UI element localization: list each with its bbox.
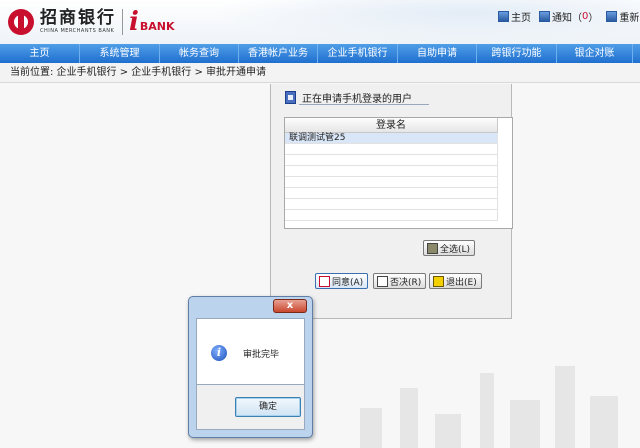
nav-item-account-query[interactable]: 帐务查询 — [160, 44, 239, 63]
nav-item-cross-bank[interactable]: 跨银行功能 — [477, 44, 557, 63]
table-row-empty — [285, 144, 498, 155]
nav-item-hk-account[interactable]: 香港帐户业务 — [239, 44, 318, 63]
table-row-empty — [285, 166, 498, 177]
notify-paren-close: ） — [588, 13, 599, 24]
home-link[interactable]: 主页 — [498, 9, 531, 24]
info-icon: i — [211, 345, 227, 361]
cmb-logo-icon — [8, 8, 34, 35]
nav-item-self-service[interactable]: 自助申请 — [398, 44, 477, 63]
home-icon — [498, 11, 509, 22]
dialog-footer: 确定 — [196, 385, 305, 430]
ok-button[interactable]: 确定 — [235, 397, 301, 417]
app-header: 招商银行 CHINA MERCHANTS BANK i BANK 主页 通知 （… — [0, 0, 640, 44]
table-row-empty — [285, 155, 498, 166]
approval-panel: 正在申请手机登录的用户 登录名 联调测试管25 全选(L) 同意(A) 否决(R… — [270, 84, 513, 319]
section-title: 正在申请手机登录的用户 — [285, 90, 412, 105]
dialog-message: 审批完毕 — [243, 350, 280, 360]
relogin-link[interactable]: 重新 — [606, 9, 639, 24]
logo-divider — [122, 8, 123, 35]
agree-button[interactable]: 同意(A) — [315, 273, 369, 289]
message-dialog: x i 审批完毕 确定 — [188, 296, 313, 438]
exit-icon — [433, 275, 444, 287]
nav-item-mobile-banking[interactable]: 企业手机银行 — [318, 44, 398, 63]
select-all-button[interactable]: 全选(L) — [423, 240, 476, 256]
table-row-empty — [285, 210, 498, 221]
document-icon — [285, 91, 296, 104]
reject-icon — [377, 275, 388, 287]
ibank-text: BANK — [139, 19, 175, 33]
title-underline — [299, 104, 429, 105]
select-all-icon — [427, 242, 438, 254]
top-links: 主页 通知 （ 0 ） 重新 — [498, 9, 640, 24]
main-nav: 主页 系统管理 帐务查询 香港帐户业务 企业手机银行 自助申请 跨银行功能 银企… — [0, 44, 640, 63]
agree-label: 同意(A) — [332, 277, 364, 288]
nav-item-home[interactable]: 主页 — [0, 44, 80, 63]
table-row-empty — [285, 199, 498, 210]
close-icon: x — [286, 300, 294, 311]
ibank-i-letter: i — [129, 6, 139, 37]
user-grid[interactable]: 登录名 联调测试管25 — [284, 117, 513, 229]
bank-logo: 招商银行 CHINA MERCHANTS BANK i BANK — [8, 8, 175, 35]
dialog-body: i 审批完毕 — [196, 318, 305, 385]
notify-link[interactable]: 通知 （ 0 ） — [539, 9, 598, 24]
table-row-empty — [285, 177, 498, 188]
nav-item-reconciliation[interactable]: 银企对账 — [557, 44, 633, 63]
grid-column-header-login[interactable]: 登录名 — [285, 118, 498, 133]
background-skyline — [340, 360, 640, 448]
notify-link-label: 通知 — [552, 13, 572, 24]
nav-item-system[interactable]: 系统管理 — [80, 44, 160, 63]
reject-button[interactable]: 否决(R) — [373, 273, 427, 289]
select-all-label: 全选(L) — [440, 244, 471, 255]
exit-button[interactable]: 退出(E) — [429, 273, 482, 289]
logo-text: 招商银行 CHINA MERCHANTS BANK — [40, 8, 116, 35]
breadcrumb: 当前位置: 企业手机银行 > 企业手机银行 > 审批开通申请 — [0, 63, 640, 83]
notify-paren-open: （ — [572, 13, 582, 24]
agree-icon — [319, 275, 330, 287]
ibank-logo: i BANK — [129, 9, 175, 35]
table-row-empty — [285, 188, 498, 199]
dialog-close-button[interactable]: x — [273, 299, 307, 313]
home-link-label: 主页 — [511, 13, 531, 24]
reject-label: 否决(R) — [390, 277, 422, 288]
exit-label: 退出(E) — [446, 277, 477, 288]
notify-icon — [539, 11, 550, 22]
table-row[interactable]: 联调测试管25 — [285, 133, 498, 144]
relogin-icon — [606, 11, 618, 22]
section-title-text: 正在申请手机登录的用户 — [302, 94, 412, 105]
bank-name-en: CHINA MERCHANTS BANK — [40, 28, 115, 34]
relogin-link-label: 重新 — [619, 13, 640, 24]
bank-name-cn: 招商银行 — [40, 8, 116, 28]
